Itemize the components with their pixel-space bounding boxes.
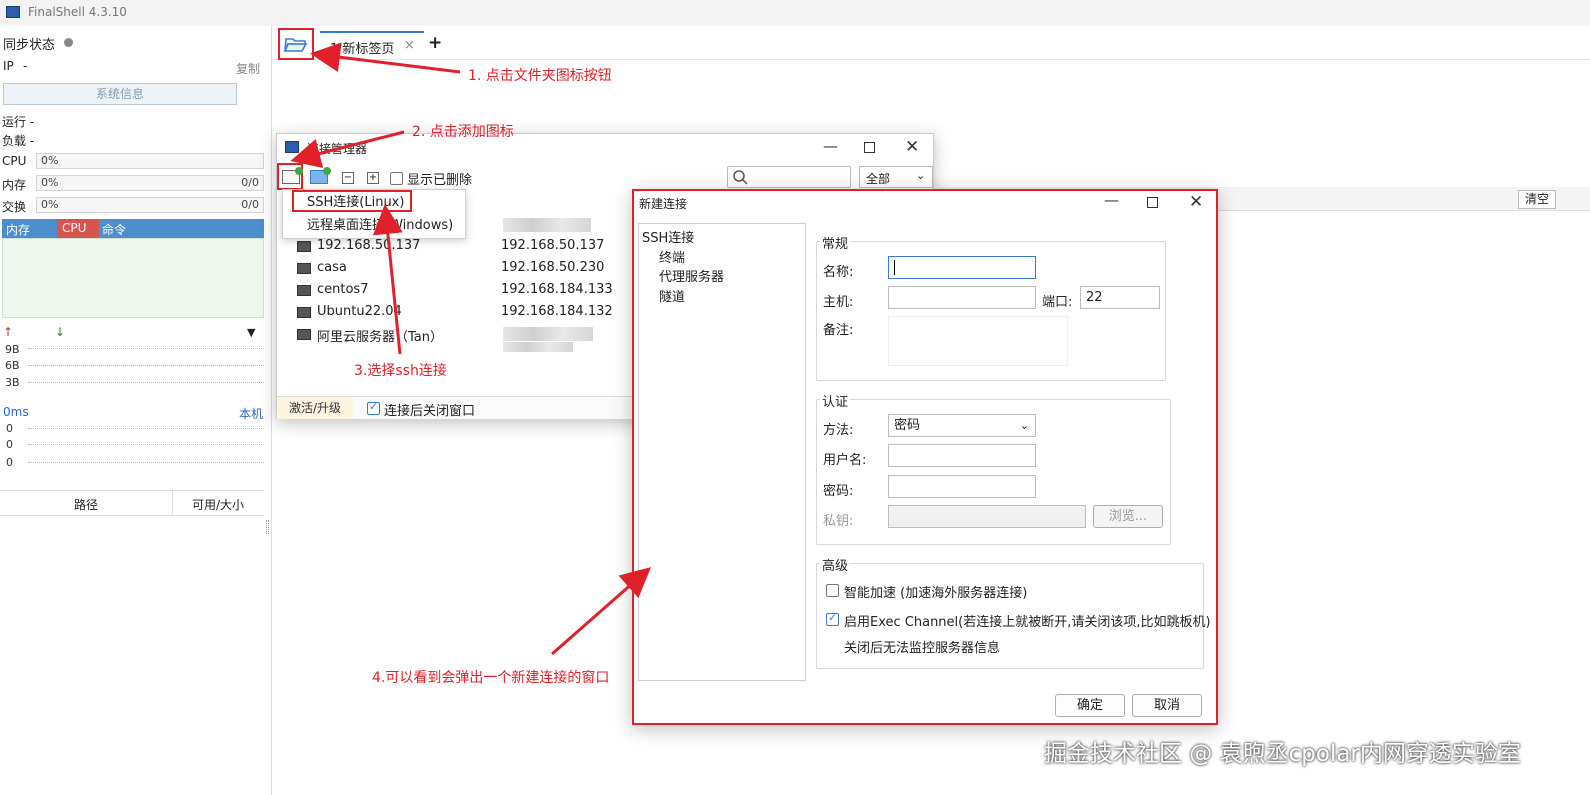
annotation-step-4: 4.可以看到会弹出一个新建连接的窗口 [372,670,610,686]
annotation-step-2: 2. 点击添加图标 [412,124,514,140]
annotation-step-3: 3.选择ssh连接 [354,363,447,379]
watermark: 掘金技术社区 @ 袁煦丞cpolar内网穿透实验室 [1044,741,1521,767]
annotation-step-1: 1. 点击文件夹图标按钮 [468,68,612,84]
annotation-arrows [290,42,652,656]
